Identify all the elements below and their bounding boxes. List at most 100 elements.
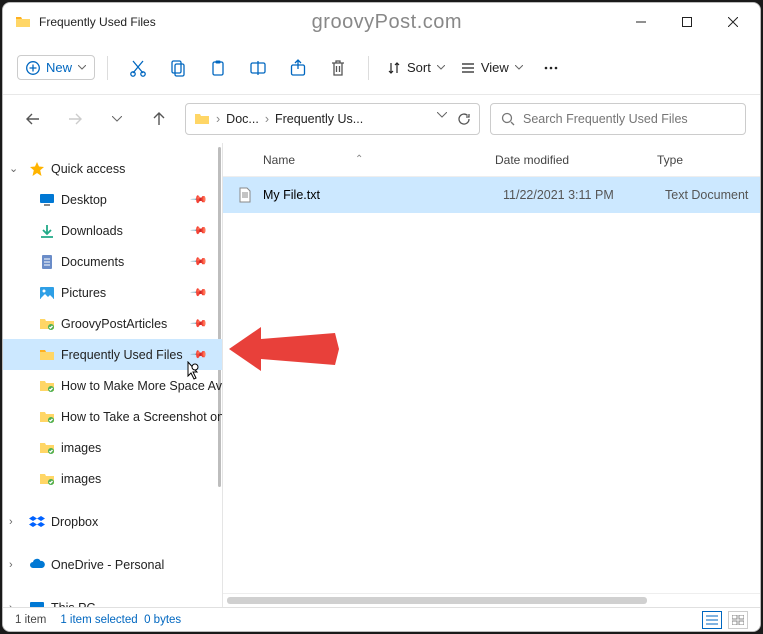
sidebar-item[interactable]: Desktop 📌 <box>3 184 222 215</box>
share-button[interactable] <box>280 50 316 86</box>
star-icon <box>29 161 45 177</box>
toolbar: New Sort View <box>3 41 760 95</box>
chevron-down-icon[interactable] <box>437 112 447 118</box>
sort-button[interactable]: Sort <box>381 56 451 79</box>
status-bar: 1 item 1 item selected 0 bytes <box>3 607 760 631</box>
dropbox[interactable]: › Dropbox <box>3 506 222 537</box>
pin-icon: 📌 <box>190 190 209 209</box>
breadcrumb[interactable]: › Doc... › Frequently Us... <box>185 103 480 135</box>
search-input[interactable] <box>523 112 735 126</box>
delete-button[interactable] <box>320 50 356 86</box>
tree-label: Dropbox <box>51 515 98 529</box>
sidebar-item[interactable]: images <box>3 463 222 494</box>
navigation-bar: › Doc... › Frequently Us... <box>3 95 760 143</box>
tree-label: images <box>61 472 101 486</box>
tree-label: Desktop <box>61 193 107 207</box>
sidebar-item[interactable]: images <box>3 432 222 463</box>
column-date-header[interactable]: Date modified <box>495 153 657 167</box>
new-button[interactable]: New <box>17 55 95 80</box>
chevron-right-icon[interactable]: › <box>9 516 21 528</box>
minimize-button[interactable] <box>618 6 664 38</box>
desktop-icon <box>39 192 55 208</box>
chevron-down-icon[interactable]: ⌄ <box>9 162 21 175</box>
sidebar-item[interactable]: Downloads 📌 <box>3 215 222 246</box>
quick-access[interactable]: ⌄ Quick access <box>3 153 222 184</box>
chevron-icon: › <box>216 112 220 126</box>
chevron-down-icon <box>78 65 86 70</box>
paste-button[interactable] <box>200 50 236 86</box>
file-type: Text Document <box>665 188 748 202</box>
close-button[interactable] <box>710 6 756 38</box>
sort-arrow-icon: ⌃ <box>355 154 363 165</box>
text-file-icon <box>237 187 253 203</box>
file-row[interactable]: My File.txt 11/22/2021 3:11 PM Text Docu… <box>223 177 760 213</box>
documents-icon <box>39 254 55 270</box>
tree-label: OneDrive - Personal <box>51 558 164 572</box>
file-list-pane: Name⌃ Date modified Type My File.txt 11/… <box>223 143 760 607</box>
details-view-toggle[interactable] <box>702 611 722 629</box>
column-type-header[interactable]: Type <box>657 153 760 167</box>
file-explorer-window: Frequently Used Files groovyPost.com New… <box>2 2 761 632</box>
tree-label: Frequently Used Files <box>61 348 183 362</box>
view-button[interactable]: View <box>455 56 529 79</box>
this-pc[interactable]: › This PC <box>3 592 222 607</box>
search-box[interactable] <box>490 103 746 135</box>
rename-button[interactable] <box>240 50 276 86</box>
sidebar-item[interactable]: Frequently Used Files📌 <box>3 339 222 370</box>
sidebar-item[interactable]: Pictures📌 <box>3 277 222 308</box>
column-headers: Name⌃ Date modified Type <box>223 143 760 177</box>
chevron-right-icon[interactable]: › <box>9 559 21 571</box>
sort-icon <box>387 61 401 75</box>
maximize-button[interactable] <box>664 6 710 38</box>
status-size: 0 bytes <box>144 614 181 626</box>
navigation-pane[interactable]: ⌄ Quick access Desktop 📌 Downloads 📌 Documen… <box>3 143 223 607</box>
folder-g-icon <box>39 316 55 332</box>
sidebar-item[interactable]: GroovyPostArticles 📌 <box>3 308 222 339</box>
column-name-header[interactable]: Name⌃ <box>263 153 495 167</box>
onedrive[interactable]: › OneDrive - Personal <box>3 549 222 580</box>
sidebar-item[interactable]: Documents📌 <box>3 246 222 277</box>
file-name: My File.txt <box>263 188 503 202</box>
folder-g-icon <box>39 440 55 456</box>
folder-icon <box>194 111 210 127</box>
status-selected: 1 item selected <box>60 614 137 626</box>
tree-label: GroovyPostArticles <box>61 317 167 331</box>
tree-label: Downloads <box>61 224 123 238</box>
chevron-down-icon <box>515 65 523 70</box>
copy-button[interactable] <box>160 50 196 86</box>
scrollbar-thumb[interactable] <box>227 597 647 604</box>
tree-label: images <box>61 441 101 455</box>
cloud-icon <box>29 557 45 573</box>
chevron-right-icon[interactable]: › <box>9 602 21 608</box>
folder-g-icon <box>39 378 55 394</box>
breadcrumb-part[interactable]: Frequently Us... <box>275 112 363 126</box>
forward-button[interactable] <box>59 103 91 135</box>
sidebar-item[interactable]: How to Take a Screenshot on <box>3 401 222 432</box>
cut-button[interactable] <box>120 50 156 86</box>
refresh-icon[interactable] <box>457 112 471 126</box>
divider <box>107 56 108 80</box>
folder-g-icon <box>39 471 55 487</box>
sidebar-item[interactable]: How to Make More Space Av <box>3 370 222 401</box>
up-button[interactable] <box>143 103 175 135</box>
breadcrumb-part[interactable]: Doc... <box>226 112 259 126</box>
more-button[interactable] <box>533 50 569 86</box>
tree-label: Quick access <box>51 162 125 176</box>
horizontal-scrollbar[interactable] <box>223 593 760 607</box>
sort-label: Sort <box>407 60 431 75</box>
tree-label: Pictures <box>61 286 106 300</box>
chevron-icon: › <box>265 112 269 126</box>
pin-icon: 📌 <box>190 221 209 240</box>
large-icons-toggle[interactable] <box>728 611 748 629</box>
status-count: 1 item <box>15 614 46 626</box>
new-label: New <box>46 60 72 75</box>
dropbox-icon <box>29 514 45 530</box>
downloads-icon <box>39 223 55 239</box>
divider <box>368 56 369 80</box>
recent-dropdown[interactable] <box>101 103 133 135</box>
back-button[interactable] <box>17 103 49 135</box>
chevron-down-icon <box>437 65 445 70</box>
pin-icon: 📌 <box>190 314 209 333</box>
search-icon <box>501 112 515 126</box>
titlebar: Frequently Used Files groovyPost.com <box>3 3 760 41</box>
